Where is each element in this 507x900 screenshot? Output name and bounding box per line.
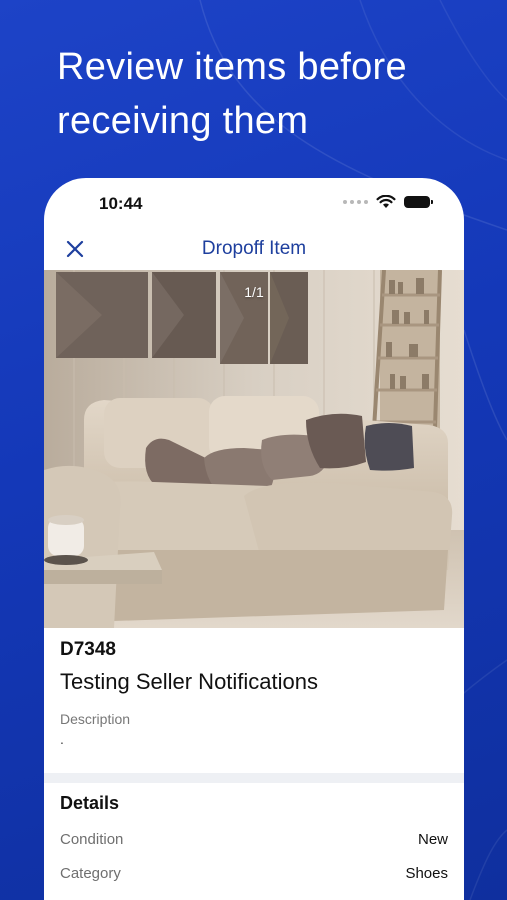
detail-value: Shoes xyxy=(405,865,448,882)
photo-counter: 1/1 xyxy=(244,284,264,300)
item-title: Testing Seller Notifications xyxy=(60,669,319,694)
battery-icon xyxy=(404,196,433,208)
section-divider xyxy=(44,773,464,783)
headline-line-2: receiving them xyxy=(57,100,309,142)
detail-row-category: Category Shoes xyxy=(60,865,448,887)
item-info-card: D7348 Testing Seller Notifications Descr… xyxy=(44,629,464,773)
item-photo[interactable]: 1/1 xyxy=(44,270,464,628)
detail-row-condition: Condition New xyxy=(60,831,448,853)
item-code: D7348 xyxy=(60,639,116,660)
details-title: Details xyxy=(60,793,120,813)
nav-title: Dropoff Item xyxy=(201,238,307,259)
phone-frame: 10:44 Dropoff Item 1/1 D7348 Testing Sel… xyxy=(44,178,464,900)
sofa-photo-illustration xyxy=(44,270,464,628)
signal-dots-icon xyxy=(343,200,368,204)
nav-bar: Dropoff Item xyxy=(44,230,464,270)
app-store-screenshot: Review items before receiving them 10:44 xyxy=(0,0,507,900)
detail-label: Category xyxy=(60,865,121,882)
wifi-icon xyxy=(376,195,396,208)
detail-value: New xyxy=(417,831,448,848)
headline-line-1: Review items before xyxy=(57,46,407,88)
status-time: 10:44 xyxy=(99,194,143,213)
status-icons xyxy=(343,195,433,209)
detail-label: Condition xyxy=(60,831,124,848)
description-value: . xyxy=(60,731,64,747)
description-label: Description xyxy=(60,711,131,727)
details-section: Details Condition New Category Shoes xyxy=(44,783,464,900)
marketing-headline: Review items before receiving them xyxy=(57,40,477,148)
status-bar: 10:44 xyxy=(44,178,464,230)
